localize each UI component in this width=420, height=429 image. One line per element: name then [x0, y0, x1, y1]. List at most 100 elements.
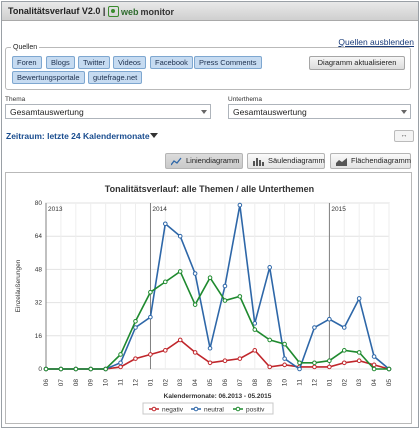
- point-positiv-15: [267, 337, 272, 343]
- point-neutral-5: [118, 360, 123, 366]
- x-tick-label-16: 10: [282, 379, 289, 387]
- point-negativ-5: [118, 364, 123, 370]
- point-negativ-10: [192, 350, 198, 355]
- point-negativ-21: [356, 358, 362, 363]
- point-neutral-6: [133, 325, 138, 330]
- source-toggle-facebook[interactable]: Facebook: [150, 56, 193, 69]
- point-neutral-9: [177, 233, 183, 239]
- expand-button[interactable]: ↔: [394, 130, 414, 142]
- area-chart-icon: [336, 158, 347, 166]
- brand-text-web: web: [121, 6, 139, 17]
- point-positiv-13: [237, 294, 243, 299]
- x-tick-label-18: 12: [311, 379, 318, 387]
- point-positiv-9: [177, 269, 183, 274]
- point-neutral-16: [282, 356, 287, 361]
- brand-logo: web monitor: [108, 5, 174, 18]
- point-positiv-22: [371, 366, 377, 372]
- point-negativ-12: [222, 358, 228, 363]
- x-tick-label-10: 04: [192, 379, 199, 387]
- x-tick-label-5: 11: [118, 379, 125, 386]
- legend-label-positiv: positiv: [246, 407, 265, 414]
- quellen-legend: Quellen: [13, 44, 38, 51]
- year-marker-label-2: 2015: [331, 206, 346, 213]
- y-tick-label-2: 32: [35, 300, 43, 307]
- point-positiv-8: [163, 279, 168, 285]
- point-positiv-2: [73, 366, 79, 372]
- thema-select[interactable]: Gesamtauswertung: [5, 104, 211, 119]
- source-toggle-gutefrage[interactable]: gutefrage.net: [88, 71, 143, 84]
- point-positiv-23: [386, 366, 392, 372]
- tab-flaechendiagramm[interactable]: Flächendiagramm: [330, 153, 411, 169]
- legend-label-negativ: negativ: [162, 407, 184, 414]
- x-tick-label-20: 02: [341, 379, 348, 387]
- y-tick-label-5: 80: [35, 200, 43, 207]
- brand-text-monitor: monitor: [140, 6, 175, 17]
- point-neutral-7: [148, 314, 153, 320]
- point-positiv-20: [341, 348, 347, 353]
- point-negativ-15: [267, 364, 272, 370]
- point-neutral-8: [163, 221, 168, 227]
- source-toggle-blogs[interactable]: Blogs: [46, 56, 75, 69]
- point-neutral-12: [222, 283, 228, 289]
- x-tick-label-12: 06: [222, 379, 229, 387]
- webmonitor-logo-icon: [108, 6, 119, 17]
- x-tick-label-22: 04: [371, 379, 378, 387]
- legend-marker-neutral: [193, 406, 199, 412]
- point-negativ-11: [207, 360, 213, 366]
- point-neutral-20: [341, 325, 347, 330]
- legend-label-neutral: neutral: [204, 407, 224, 414]
- line-chart: 0 16 32 48 64 80 06 07 08 09 10 11 12 01 02 03 04 05 06 07 0…: [15, 200, 393, 415]
- point-positiv-17: [297, 360, 302, 366]
- plot-area: [45, 202, 390, 370]
- window-title: Tonalitätsverlauf V2.0 |: [8, 6, 106, 16]
- y-tick-label-1: 16: [35, 333, 43, 340]
- source-toggle-press-comments[interactable]: Press Comments: [194, 56, 262, 69]
- unterthema-select[interactable]: Gesamtauswertung: [228, 104, 411, 119]
- source-toggle-twitter[interactable]: Twitter: [78, 56, 111, 69]
- diagramm-aktualisieren-button[interactable]: Diagramm aktualisieren: [309, 56, 405, 70]
- y-tick-label-3: 48: [35, 266, 43, 273]
- bar-chart-icon: [253, 158, 264, 166]
- source-toggle-foren[interactable]: Foren: [12, 56, 42, 69]
- x-tick-label-4: 10: [103, 379, 110, 387]
- unterthema-select-value: Gesamtauswertung: [233, 107, 307, 117]
- point-negativ-13: [237, 356, 243, 361]
- line-chart-icon: [171, 157, 182, 166]
- point-positiv-16: [282, 341, 287, 347]
- point-positiv-6: [133, 318, 138, 324]
- point-neutral-21: [356, 296, 362, 301]
- chart-container: Tonalitätsverlauf: alle Themen / alle Un…: [5, 172, 412, 424]
- point-negativ-19: [327, 364, 332, 370]
- point-positiv-4: [103, 366, 108, 372]
- thema-select-value: Gesamtauswertung: [10, 107, 84, 117]
- chevron-down-icon: [401, 110, 407, 114]
- year-marker-label-1: 2014: [152, 206, 167, 213]
- source-toggle-videos[interactable]: Videos: [113, 56, 146, 69]
- point-positiv-18: [312, 360, 317, 366]
- zeitraum-selector[interactable]: Zeitraum: letzte 24 Kalendermonate: [6, 131, 150, 141]
- x-tick-label-0: 06: [43, 379, 50, 387]
- point-neutral-10: [192, 271, 198, 276]
- point-positiv-3: [88, 366, 94, 372]
- point-positiv-0: [43, 366, 49, 372]
- zeitraum-dropdown-icon[interactable]: [150, 133, 158, 138]
- x-tick-label-13: 07: [237, 379, 244, 387]
- x-tick-label-2: 08: [73, 379, 80, 387]
- x-tick-label-21: 03: [356, 379, 363, 387]
- point-negativ-14: [252, 348, 258, 353]
- point-neutral-14: [252, 321, 258, 326]
- point-neutral-15: [267, 265, 272, 270]
- x-tick-label-8: 02: [162, 379, 169, 387]
- point-positiv-19: [327, 358, 332, 363]
- x-tick-label-17: 11: [297, 379, 304, 386]
- source-toggle-bewertungsportale[interactable]: Bewertungsportale: [12, 71, 85, 84]
- point-positiv-5: [118, 352, 123, 357]
- tab-liniendiagramm-label: Liniendiagramm: [186, 156, 240, 165]
- x-tick-label-3: 09: [88, 379, 95, 387]
- tab-liniendiagramm[interactable]: Liniendiagramm: [165, 153, 243, 169]
- point-negativ-9: [177, 337, 183, 343]
- point-negativ-8: [163, 348, 168, 353]
- unterthema-label: Unterthema: [228, 96, 262, 103]
- y-axis-label: Einzeläußerungen: [15, 259, 22, 312]
- tab-saeulendiagramm[interactable]: Säulendiagramm: [247, 153, 325, 169]
